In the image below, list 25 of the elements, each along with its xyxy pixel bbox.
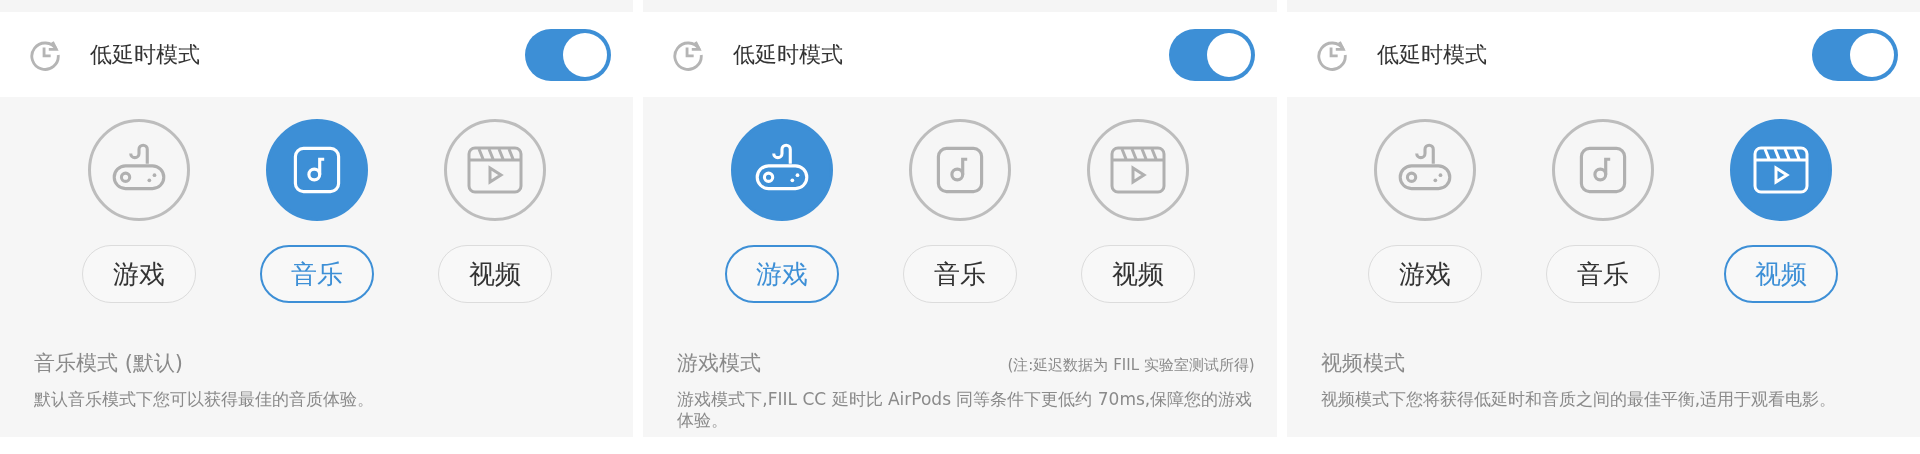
music-note-icon[interactable]	[909, 119, 1011, 221]
mode-tab[interactable]: 视频	[437, 245, 552, 303]
mode-tab[interactable]: 音乐	[1546, 245, 1661, 303]
clapperboard-icon[interactable]	[1087, 119, 1189, 221]
mode-description: 游戏模式下,FIIL CC 延时比 AirPods 同等条件下更低约 70ms,保障您的游戏体验。	[677, 389, 1254, 432]
note-text: (注:延迟数据为 FIIL 实验室测试所得)	[1007, 356, 1255, 375]
mode-description: 默认音乐模式下您可以获得最佳的音质体验。	[34, 389, 375, 411]
setting-title: 低延时模式	[733, 40, 845, 69]
mode-tab[interactable]: 游戏	[1368, 245, 1483, 303]
gamepad-icon[interactable]	[1374, 119, 1477, 221]
gamepad-icon[interactable]	[87, 119, 190, 221]
music-note-icon[interactable]	[1552, 119, 1655, 221]
mode-tab[interactable]: 游戏	[81, 245, 196, 303]
toggle-switch[interactable]	[1812, 28, 1898, 81]
toggle-switch[interactable]	[525, 28, 612, 81]
mode-tab[interactable]: 音乐	[903, 245, 1017, 303]
mode-tab[interactable]: 视频	[1081, 245, 1195, 303]
mode-description: 视频模式下您将获得低延时和音质之间的最佳平衡,适用于观看电影。	[1320, 389, 1838, 411]
setting-title: 低延时模式	[90, 40, 201, 69]
mode-title: 视频模式	[1320, 350, 1405, 377]
clapperboard-icon[interactable]	[443, 119, 546, 221]
mode-title: 游戏模式	[677, 350, 762, 377]
setting-title: 低延时模式	[1376, 40, 1488, 69]
toggle-switch[interactable]	[1168, 28, 1255, 81]
mode-title: 音乐模式 (默认)	[34, 350, 184, 377]
